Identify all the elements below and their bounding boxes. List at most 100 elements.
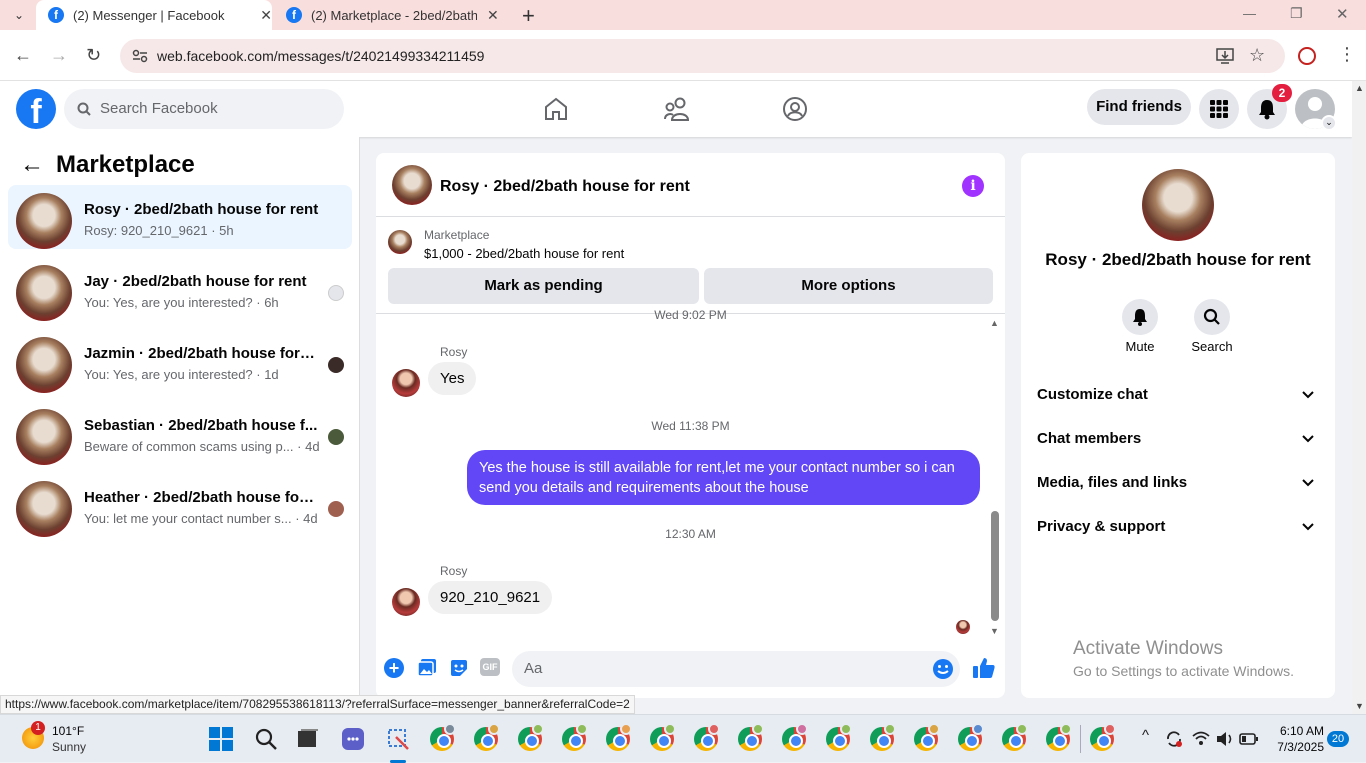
message-input[interactable]: Aa bbox=[512, 651, 960, 687]
home-icon[interactable] bbox=[543, 96, 569, 122]
reload-icon[interactable]: ↻ bbox=[86, 45, 101, 65]
snipping-tool-icon[interactable] bbox=[386, 727, 410, 751]
scroll-down-icon[interactable]: ▼ bbox=[1355, 701, 1364, 711]
browser-menu-icon[interactable]: ⋮ bbox=[1338, 44, 1356, 65]
chat-header: Rosy · 2bed/2bath house for rent i bbox=[376, 153, 1005, 217]
conversation-item[interactable]: Heather · 2bed/2bath house for ... You: … bbox=[8, 473, 352, 537]
conversation-item[interactable]: Rosy · 2bed/2bath house for rent Rosy: 9… bbox=[8, 185, 352, 249]
url-field[interactable]: web.facebook.com/messages/t/240214993342… bbox=[120, 39, 1285, 73]
mark-pending-button[interactable]: Mark as pending bbox=[388, 268, 699, 304]
chrome-profile-icon[interactable] bbox=[518, 723, 544, 751]
chat-members-section[interactable]: Chat members bbox=[1037, 430, 1319, 460]
install-app-icon[interactable] bbox=[1216, 47, 1234, 65]
chrome-profile-icon[interactable] bbox=[914, 723, 940, 751]
tab-messenger[interactable]: f (2) Messenger | Facebook ✕ bbox=[36, 0, 272, 30]
chrome-profile-icon[interactable] bbox=[958, 723, 984, 751]
back-arrow-icon[interactable]: ← bbox=[20, 151, 44, 179]
listing-thumbnail[interactable] bbox=[388, 230, 412, 254]
gif-icon[interactable]: GIF bbox=[480, 658, 500, 676]
more-options-button[interactable]: More options bbox=[704, 268, 993, 304]
find-friends-button[interactable]: Find friends bbox=[1087, 89, 1191, 125]
my-message-bubble[interactable]: Yes the house is still available for ren… bbox=[467, 450, 980, 505]
chat-app-icon[interactable] bbox=[341, 727, 365, 751]
page-scrollbar[interactable]: ▲ ▼ bbox=[1352, 81, 1366, 714]
conversation-item[interactable]: Jazmin · 2bed/2bath house for r... You: … bbox=[8, 329, 352, 393]
add-icon[interactable]: + bbox=[384, 658, 404, 678]
chrome-profile-icon[interactable] bbox=[1046, 723, 1072, 751]
scroll-up-icon[interactable]: ▲ bbox=[990, 318, 999, 328]
photo-icon[interactable] bbox=[417, 658, 437, 678]
privacy-support-section[interactable]: Privacy & support bbox=[1037, 518, 1319, 548]
site-settings-icon[interactable] bbox=[132, 49, 148, 63]
wifi-icon[interactable] bbox=[1191, 729, 1211, 749]
account-chevron-icon[interactable]: ⌄ bbox=[1321, 115, 1337, 131]
chevron-up-icon[interactable]: ^ bbox=[1142, 727, 1149, 744]
listing-thumbnail[interactable] bbox=[1142, 169, 1214, 241]
new-tab-button[interactable]: + bbox=[522, 3, 535, 29]
menu-grid-button[interactable] bbox=[1199, 89, 1239, 129]
facebook-logo[interactable]: f bbox=[16, 89, 56, 129]
bell-icon bbox=[1259, 100, 1275, 120]
clock-time[interactable]: 6:10 AM bbox=[1278, 724, 1324, 738]
windows-start-icon[interactable] bbox=[209, 727, 233, 751]
chrome-profile-icon[interactable] bbox=[562, 723, 588, 751]
chrome-profile-icon[interactable] bbox=[1090, 723, 1116, 751]
chrome-profile-icon[interactable] bbox=[694, 723, 720, 751]
thumbs-up-icon[interactable] bbox=[972, 656, 996, 680]
tab-close-icon[interactable]: ✕ bbox=[260, 7, 272, 24]
conversation-preview: You: Yes, are you interested? · 1d bbox=[84, 367, 279, 382]
friends-icon[interactable] bbox=[663, 96, 691, 122]
back-arrow-icon[interactable]: ← bbox=[14, 45, 32, 65]
chrome-profile-icon[interactable] bbox=[1002, 723, 1028, 751]
search-input[interactable]: Search Facebook bbox=[64, 89, 344, 129]
chrome-profile-icon[interactable] bbox=[606, 723, 632, 751]
sender-avatar[interactable] bbox=[392, 369, 420, 397]
timestamp: Wed 9:02 PM bbox=[654, 308, 727, 322]
battery-icon[interactable] bbox=[1239, 731, 1259, 747]
chrome-profile-icon[interactable] bbox=[738, 723, 764, 751]
emoji-icon[interactable] bbox=[932, 658, 954, 680]
chrome-profile-icon[interactable] bbox=[782, 723, 808, 751]
info-icon[interactable]: i bbox=[962, 175, 984, 197]
profile-icon[interactable] bbox=[1298, 47, 1316, 65]
chat-title[interactable]: Rosy · 2bed/2bath house for rent bbox=[440, 178, 690, 196]
chrome-profile-icon[interactable] bbox=[826, 723, 852, 751]
tab-marketplace[interactable]: f (2) Marketplace - 2bed/2bath house ✕ bbox=[276, 0, 512, 30]
volume-icon[interactable] bbox=[1215, 729, 1235, 749]
scroll-down-icon[interactable]: ▼ bbox=[990, 626, 999, 636]
scroll-up-icon[interactable]: ▲ bbox=[1355, 83, 1364, 93]
tab-close-icon[interactable]: ✕ bbox=[487, 7, 499, 24]
close-window-button[interactable]: ✕ bbox=[1336, 5, 1349, 23]
conversation-item[interactable]: Sebastian · 2bed/2bath house f... Beware… bbox=[8, 401, 352, 465]
listing-thumbnail[interactable] bbox=[392, 165, 432, 205]
task-view-icon[interactable] bbox=[296, 727, 320, 751]
maximize-button[interactable]: ❐ bbox=[1290, 5, 1303, 22]
mute-button[interactable] bbox=[1122, 299, 1158, 335]
sticker-icon[interactable] bbox=[449, 658, 469, 678]
sync-icon[interactable] bbox=[1164, 729, 1184, 749]
groups-icon[interactable] bbox=[782, 96, 808, 122]
chrome-profile-icon[interactable] bbox=[870, 723, 896, 751]
bookmark-star-icon[interactable]: ☆ bbox=[1249, 45, 1265, 66]
facebook-icon: f bbox=[286, 7, 302, 23]
weather-temp[interactable]: 101°F bbox=[52, 724, 84, 738]
notification-center-badge[interactable]: 20 bbox=[1327, 731, 1349, 747]
chrome-profile-icon[interactable] bbox=[430, 723, 456, 751]
media-files-section[interactable]: Media, files and links bbox=[1037, 474, 1319, 504]
chrome-profile-icon[interactable] bbox=[650, 723, 676, 751]
message-bubble[interactable]: Yes bbox=[428, 362, 477, 395]
conversation-name: Jazmin · 2bed/2bath house for r... bbox=[84, 345, 319, 362]
browser-tab-bar: ⌄ f (2) Messenger | Facebook ✕ f (2) Mar… bbox=[0, 0, 1366, 30]
tab-list-chevron-icon[interactable]: ⌄ bbox=[8, 6, 30, 24]
minimize-button[interactable]: — bbox=[1243, 6, 1256, 21]
listing-title[interactable]: $1,000 - 2bed/2bath house for rent bbox=[424, 246, 624, 261]
message-bubble[interactable]: 920_210_9621 bbox=[428, 581, 553, 614]
customize-chat-section[interactable]: Customize chat bbox=[1037, 386, 1319, 416]
conversation-item[interactable]: Jay · 2bed/2bath house for rent You: Yes… bbox=[8, 257, 352, 321]
chrome-profile-icon[interactable] bbox=[474, 723, 500, 751]
sender-avatar[interactable] bbox=[392, 588, 420, 616]
search-icon[interactable] bbox=[254, 727, 278, 751]
scrollbar-thumb[interactable] bbox=[991, 511, 999, 621]
forward-arrow-icon[interactable]: → bbox=[50, 45, 68, 65]
search-in-chat-button[interactable] bbox=[1194, 299, 1230, 335]
